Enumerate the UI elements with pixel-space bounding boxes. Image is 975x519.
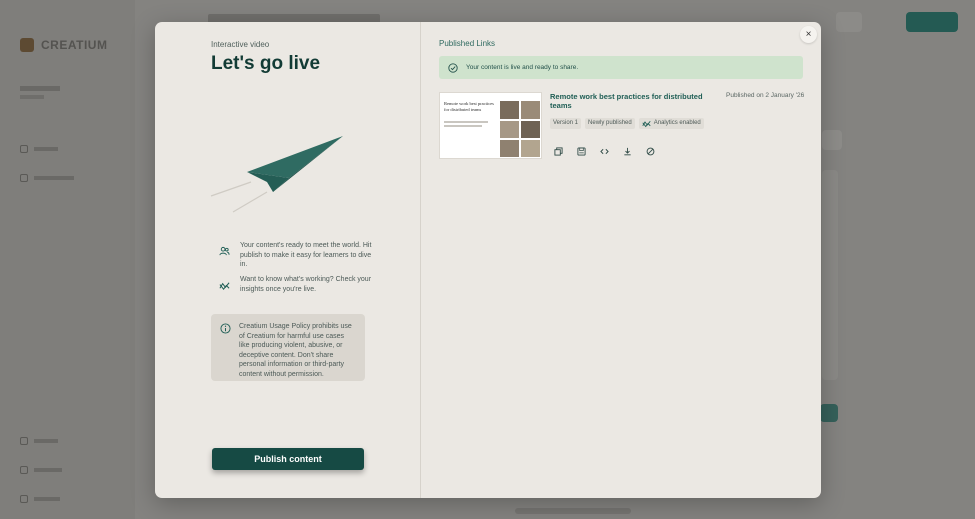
save-button[interactable] <box>573 143 589 159</box>
info-text-insights: Want to know what's working? Check your … <box>240 276 372 293</box>
modal-title: Let's go live <box>211 53 321 74</box>
disable-link-button[interactable] <box>642 143 658 159</box>
content-thumbnail[interactable]: Remote work best practices for distribut… <box>439 92 542 159</box>
published-links-heading: Published Links <box>439 39 496 48</box>
content-type-label: Interactive video <box>211 40 270 49</box>
analytics-badge-label: Analytics enabled <box>653 120 701 126</box>
background-footer-placeholder <box>515 508 631 514</box>
info-circle-icon <box>220 323 231 334</box>
publish-content-button[interactable]: Publish content <box>212 448 364 470</box>
thumbnail-photo <box>500 101 519 119</box>
usage-policy-notice: Creatium Usage Policy prohibits use of C… <box>211 314 365 381</box>
published-date: Published on 2 January '26 <box>726 92 805 99</box>
close-modal-button[interactable]: × <box>800 26 817 43</box>
embed-icon <box>599 148 609 154</box>
background-nav-item <box>20 495 60 503</box>
publish-modal: Interactive video Let's go live Your con… <box>155 22 821 498</box>
background-corner-button <box>820 404 838 422</box>
disable-icon <box>646 147 654 155</box>
success-banner: Your content is live and ready to share. <box>439 56 803 79</box>
background-sidebar: CREATIUM <box>0 0 135 519</box>
published-links-panel: Published Links Your content is live and… <box>422 22 821 498</box>
check-circle-icon <box>448 62 458 73</box>
publish-panel: Interactive video Let's go live Your con… <box>155 22 421 498</box>
thumbnail-photo <box>500 121 519 138</box>
copy-link-button[interactable] <box>550 143 566 159</box>
background-panel <box>822 170 838 380</box>
link-actions <box>550 143 658 159</box>
insights-icon <box>642 120 651 128</box>
background-header-button <box>906 12 958 32</box>
logo-icon <box>20 38 34 52</box>
download-icon <box>623 147 631 155</box>
paper-plane-icon <box>210 136 343 213</box>
save-icon <box>576 146 586 156</box>
background-user <box>20 86 60 99</box>
thumbnail-title: Remote work best practices for distribut… <box>444 101 494 112</box>
background-header-button <box>836 12 862 32</box>
thumbnail-photo <box>521 140 540 157</box>
success-message: Your content is live and ready to share. <box>466 64 579 71</box>
close-icon: × <box>805 29 812 40</box>
background-panel <box>822 130 842 150</box>
usage-policy-text: Creatium Usage Policy prohibits use of C… <box>239 323 352 378</box>
version-badge: Version 1 <box>550 118 582 129</box>
copy-icon <box>553 146 563 156</box>
insights-icon <box>219 282 230 290</box>
published-content-title[interactable]: Remote work best practices for distribut… <box>550 92 715 110</box>
status-badges: Version 1 Newly published Analytics enab… <box>550 118 704 129</box>
info-row-insights: Want to know what's working? Check your … <box>219 275 379 294</box>
logo-text: CREATIUM <box>41 38 108 52</box>
thumbnail-photo <box>521 101 540 119</box>
analytics-badge: Analytics enabled <box>638 118 704 129</box>
background-nav-item <box>20 145 58 153</box>
thumbnail-photo <box>500 140 519 157</box>
embed-button[interactable] <box>596 143 612 159</box>
published-link-card: Remote work best practices for distribut… <box>439 92 809 162</box>
background-logo: CREATIUM <box>20 38 107 52</box>
thumbnail-text-line <box>444 121 488 123</box>
thumbnail-photo <box>521 121 540 138</box>
thumbnail-text-line <box>444 125 482 127</box>
info-row-learners: Your content's ready to meet the world. … <box>219 241 379 270</box>
background-nav-item <box>20 174 74 182</box>
download-button[interactable] <box>619 143 635 159</box>
background-nav-item <box>20 466 62 474</box>
learners-icon <box>219 246 230 256</box>
info-text-learners: Your content's ready to meet the world. … <box>240 242 372 268</box>
background-nav-item <box>20 437 58 445</box>
newly-published-badge: Newly published <box>585 118 635 129</box>
